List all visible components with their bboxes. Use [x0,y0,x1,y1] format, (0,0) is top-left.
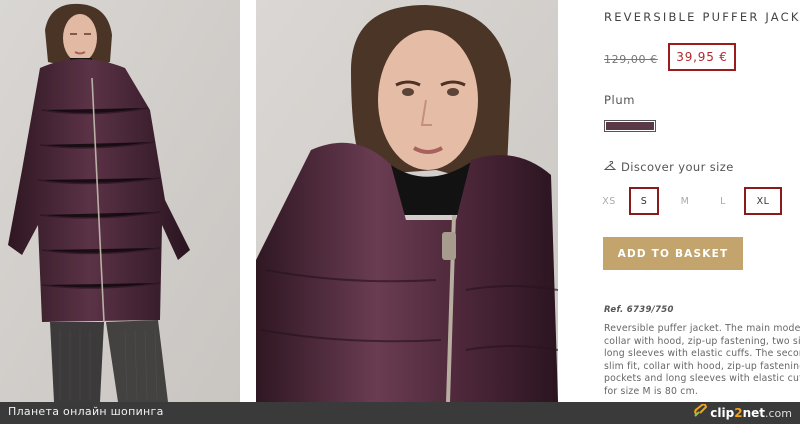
swatch-fill [606,122,654,130]
product-photo-closeup[interactable] [256,0,558,402]
description-line: Reversible puffer jacket. The main model [604,323,800,334]
caption-text: Планета онлайн шопинга [8,405,164,418]
sale-price-text: 39,95 € [676,50,728,64]
clip2net-icon [693,403,708,421]
product-title: REVERSIBLE PUFFER JACKET [604,10,800,24]
logo-net: net [742,405,765,420]
clip2net-logo[interactable]: clip2net.com [693,403,792,421]
size-option-m[interactable]: M [678,187,692,215]
screenshot-caption-bar: Планета онлайн шопинга clip2net.com [0,402,800,424]
hanger-icon [603,160,617,174]
description-line: pockets and long sleeves with elastic cu… [604,373,800,385]
sale-price: 39,95 € [668,43,736,71]
size-option-xl[interactable]: XL [744,187,782,215]
description-line: long sleeves with elastic cuffs. The sec… [604,348,800,360]
size-guide-label: Discover your size [621,160,734,174]
size-selector: XS S M L XL [602,187,800,215]
description-line: for size M is 80 cm. [604,385,698,397]
product-photo-full[interactable] [0,0,240,402]
color-swatch-plum[interactable] [604,120,656,132]
logo-domain: .com [765,406,792,420]
product-reference: Ref. 6739/750 [604,305,674,315]
add-to-basket-button[interactable]: ADD TO BASKET [603,237,743,270]
color-label: Plum [604,93,636,107]
product-description: Reversible puffer jacket. The main model… [604,323,800,399]
size-option-xs[interactable]: XS [602,187,616,215]
size-guide-link[interactable]: Discover your size [603,160,734,174]
description-line: collar with hood, zip-up fastening, two … [604,335,800,347]
logo-two: 2 [734,405,743,420]
size-option-l[interactable]: L [716,187,730,215]
logo-clip: clip [710,405,735,420]
product-details-panel: REVERSIBLE PUFFER JACKET 129,00 € 39,95 … [602,0,800,402]
size-option-s[interactable]: S [629,187,659,215]
old-price: 129,00 € [604,53,658,66]
description-line: slim fit, collar with hood, zip-up faste… [604,360,800,372]
